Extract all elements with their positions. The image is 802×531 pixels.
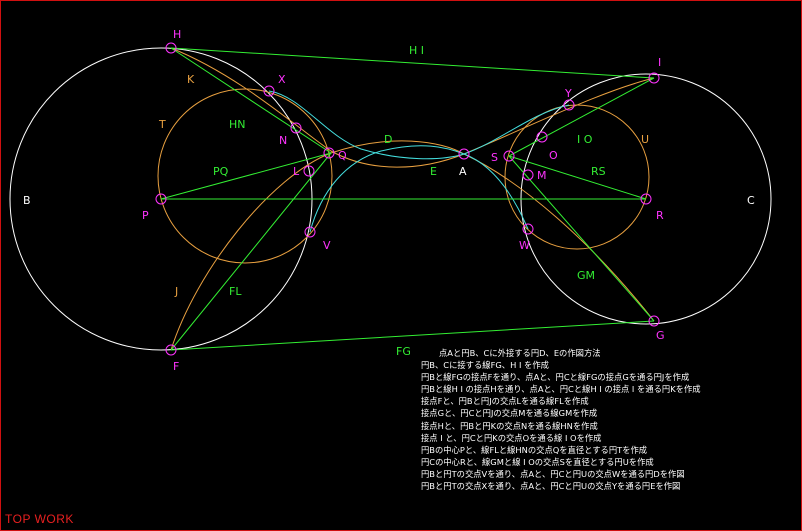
step-line: 円Bと円Tの交点Vを通り、点Aと、円Cと円Uの交点Wを通る円Dを作図 xyxy=(421,468,685,479)
label-V: V xyxy=(323,239,331,252)
label-line-PQ: PQ xyxy=(213,165,229,178)
line-PQ xyxy=(160,152,332,200)
point-O xyxy=(536,131,548,143)
line-RS xyxy=(508,155,647,200)
step-line: 接点Hと、円Bと円Kの交点Nを通る線HNを作成 xyxy=(421,420,598,431)
step-line: 円Bと線FGの接点Fを通り、点Aと、円Cと線FGの接点Gを通る円Jを作成 xyxy=(421,372,690,383)
label-K: K xyxy=(187,73,195,86)
label-line-HI: H I xyxy=(409,44,424,57)
label-circle-J: J xyxy=(174,285,178,298)
step-line: 円B、Cに接する線FG、H I を作成 xyxy=(421,360,549,371)
step-line: 円Bの中心Pと、線FLと線HNの交点Qを直径とする円Tを作成 xyxy=(421,444,648,455)
label-F: F xyxy=(173,360,179,373)
step-line: 円Bと円Tの交点Xを通り、点Aと、円Cと円Uの交点Yを通る円Eを作図 xyxy=(421,481,681,492)
point-M xyxy=(522,169,534,181)
label-H: H xyxy=(173,28,181,41)
label-line-HN: HN xyxy=(229,118,246,131)
circle-E-arc xyxy=(268,90,570,160)
label-circle-E: E xyxy=(430,165,437,178)
label-D: D xyxy=(384,133,392,146)
label-X: X xyxy=(278,73,286,86)
label-A: A xyxy=(459,165,467,178)
label-L: L xyxy=(293,165,300,178)
step-line: 接点Gと、円Cと円Jの交点Mを通る線GMを作成 xyxy=(421,408,598,419)
label-line-FL: FL xyxy=(229,285,242,298)
step-line: 接点Fと、円Bと円Jの交点Lを通る線FLを作成 xyxy=(421,396,589,407)
label-circle-T: T xyxy=(158,118,166,131)
arc-J xyxy=(170,140,655,351)
label-O: O xyxy=(549,149,558,162)
point-labels: H I K X Y N Q D A S O L M P R V W F G xyxy=(142,28,665,373)
arc-K xyxy=(170,47,655,168)
line-HN xyxy=(170,47,332,154)
label-R: R xyxy=(656,209,664,222)
label-Y: Y xyxy=(564,87,572,100)
label-circle-C: C xyxy=(747,194,755,207)
label-circle-B: B xyxy=(23,194,31,207)
steps-title: 点Aと円B、Cに外接する円D、Eの作図方法 xyxy=(439,348,601,358)
label-circle-U: U xyxy=(641,133,649,146)
label-P: P xyxy=(142,209,149,222)
step-line: 円Bと線H I の接点Hを通り、点Aと、円Cと線H I の接点 I を通る円Kを… xyxy=(421,384,701,395)
aux-circles xyxy=(157,88,650,264)
label-line-IO: I O xyxy=(577,133,593,146)
label-S: S xyxy=(491,151,498,164)
step-line: 接点 I と、円Cと円Kの交点Oを通る線 I Oを作成 xyxy=(421,432,602,443)
label-W: W xyxy=(519,239,530,252)
diagram-screen: H I K X Y N Q D A S O L M P R V W F G H … xyxy=(0,0,802,531)
label-I: I xyxy=(658,56,661,69)
step-line: 円Cの中心Rと、線GMと線 I Oの交点Sを直径とする円Uを作成 xyxy=(421,456,654,467)
label-G: G xyxy=(656,329,665,342)
label-M: M xyxy=(537,169,547,182)
label-line-RS: RS xyxy=(591,165,606,178)
construction-steps: 点Aと円B、Cに外接する円D、Eの作図方法 円B、Cに接する線FG、H I を作… xyxy=(421,347,799,492)
label-line-GM: GM xyxy=(577,269,595,282)
line-GM xyxy=(508,155,655,322)
label-Q: Q xyxy=(338,149,347,162)
top-work-link[interactable]: TOP WORK xyxy=(5,512,74,526)
label-N: N xyxy=(279,134,287,147)
label-line-FG: FG xyxy=(396,345,411,358)
